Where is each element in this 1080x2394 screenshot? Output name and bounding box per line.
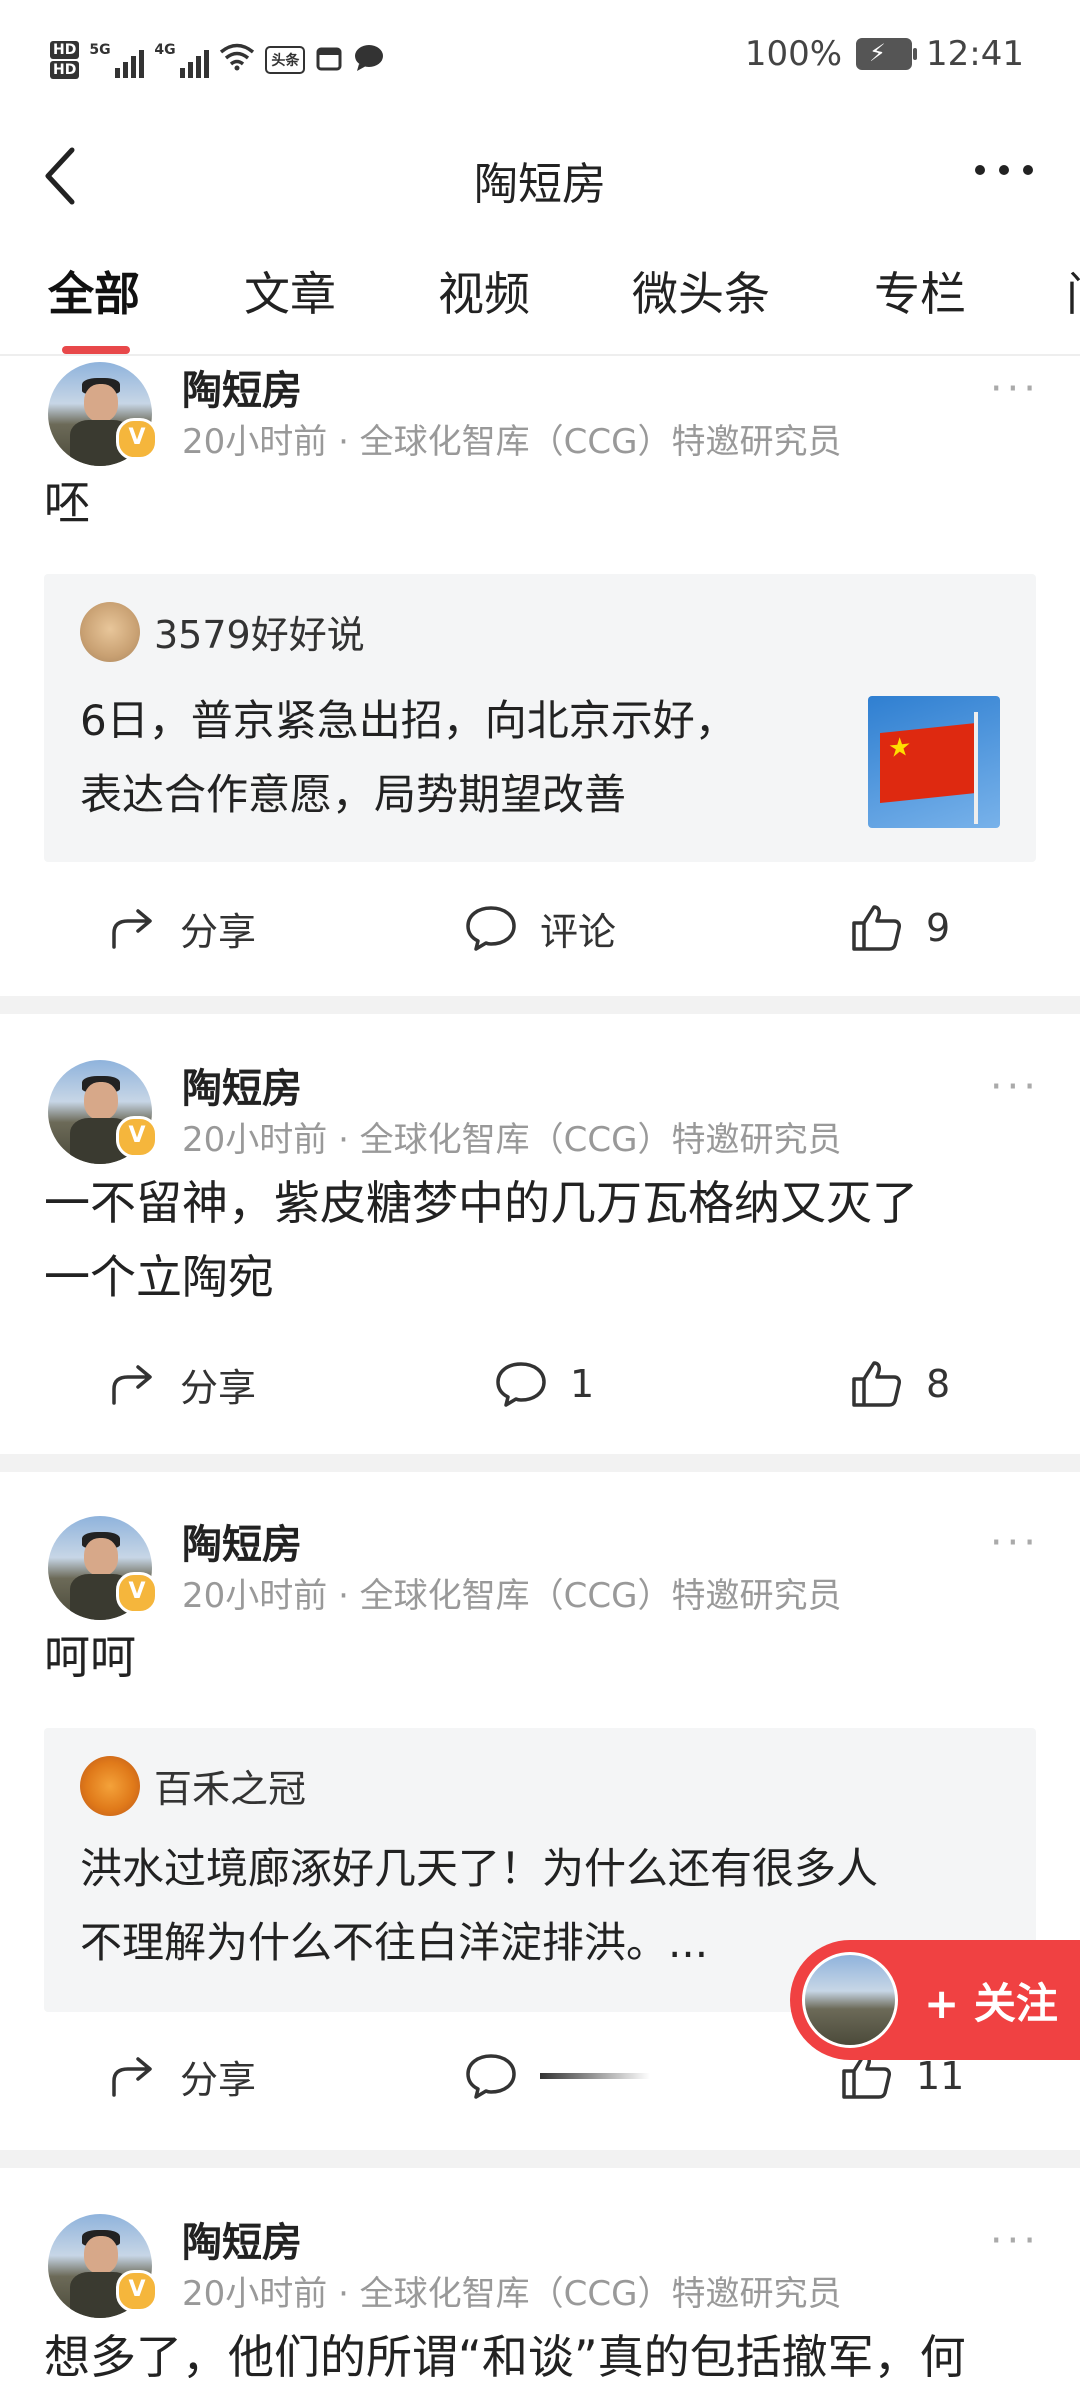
post-meta: 20小时前 · 全球化智库（CCG）特邀研究员 [182,1120,842,1160]
tab-all[interactable]: 全部 [48,254,140,334]
title-bar: 陶短房 [0,118,1080,238]
share-button[interactable]: 分享 [108,2036,256,2116]
author-name[interactable]: 陶短房 [182,1056,302,1114]
avatar [802,1952,898,2048]
signal-icon: 5G [89,42,145,78]
action-bar: 分享 评论 9 [0,888,1080,968]
comment-button[interactable]: 评论 [464,888,616,968]
tab-bar: 全部 文章 视频 微头条 专栏 问 [0,240,1080,356]
more-options-icon[interactable]: ··· [990,1520,1040,1566]
post-meta: 20小时前 · 全球化智库（CCG）特邀研究员 [182,2274,842,2314]
battery-icon: ⚡ [856,38,918,70]
tab-qa[interactable]: 问 [1066,254,1080,334]
post-card[interactable]: V 陶短房 20小时前 · 全球化智库（CCG）特邀研究员 ··· 呸 3579… [0,356,1080,996]
share-label: 分享 [180,1365,257,1410]
share-button[interactable]: 分享 [108,888,256,968]
like-count: 11 [916,2054,965,2098]
follow-button[interactable]: + 关注 [790,1940,1080,2060]
loading-streak [540,2073,650,2079]
post-card[interactable]: V 陶短房 20小时前 · 全球化智库（CCG）特邀研究员 ··· 想多了，他们… [0,2208,1080,2388]
share-label: 分享 [180,2057,257,2102]
divider [0,996,1080,1014]
thumbs-up-icon [852,905,901,951]
verified-badge-icon: V [116,1116,158,1158]
page-title: 陶短房 [474,159,606,210]
post-text: 呵呵 [44,1630,136,1684]
comment-label: 评论 [540,909,617,954]
author-name[interactable]: 陶短房 [182,2210,302,2268]
share-button[interactable]: 分享 [108,1344,256,1424]
verified-badge-icon: V [116,2270,158,2312]
post-meta: 20小时前 · 全球化智库（CCG）特邀研究员 [182,422,842,462]
more-options-icon[interactable]: ··· [990,2218,1040,2264]
like-button[interactable]: 9 [850,888,950,968]
share-icon [112,2057,152,2097]
comment-icon [466,906,516,951]
like-button[interactable]: 8 [850,1344,950,1424]
battery-percent: 100% [744,34,843,74]
verified-badge-icon: V [116,1572,158,1614]
post-card[interactable]: V 陶短房 20小时前 · 全球化智库（CCG）特邀研究员 ··· 一不留神，紫… [0,1054,1080,1474]
toutiao-icon: 头条 [265,46,306,74]
quote-author-name: 百禾之冠 [154,1767,307,1811]
active-tab-indicator [62,346,130,354]
share-label: 分享 [180,909,257,954]
thumbs-up-icon [852,1361,901,1407]
quote-author-avatar [80,1756,140,1816]
signal-icon-2: 4G [154,42,210,78]
china-flag-image: ★ [868,696,1000,828]
quote-text-line: 6日，普京紧急出招，向北京示好， [80,696,737,745]
comment-button[interactable] [464,2036,650,2116]
tab-videos[interactable]: 视频 [438,254,530,334]
quoted-post[interactable]: 3579好好说 6日，普京紧急出招，向北京示好， 表达合作意愿，局势期望改善 ★ [44,574,1036,862]
quote-text-line: 洪水过境廊涿好几天了！为什么还有很多人 [80,1844,879,1893]
quote-author-avatar [80,602,140,662]
status-right: 100% ⚡ 12:41 [745,34,1024,74]
share-icon [112,909,152,949]
like-count: 9 [926,906,951,950]
tab-columns[interactable]: 专栏 [874,254,966,334]
comment-count: 1 [570,1362,595,1406]
tab-micro-headlines[interactable]: 微头条 [632,254,770,334]
divider [0,1454,1080,1472]
verified-badge-icon: V [116,418,158,460]
status-left: HD HD 5G 4G 头条 [50,36,385,84]
divider [0,2150,1080,2168]
action-bar: 分享 1 8 [0,1344,1080,1424]
follow-label: + 关注 [924,1979,1058,2028]
quote-text-line: 不理解为什么不往白洋淀排洪。... [80,1918,709,1967]
like-count: 8 [926,1362,951,1406]
more-options-icon[interactable]: ··· [990,366,1040,412]
more-horizontal-icon[interactable] [972,138,1036,215]
quote-author-name: 3579好好说 [154,613,365,657]
post-meta: 20小时前 · 全球化智库（CCG）特邀研究员 [182,1576,842,1616]
post-text-line: 一个立陶宛 [44,1250,274,1304]
wifi-icon [219,43,255,78]
status-bar: HD HD 5G 4G 头条 100% ⚡ 12:41 [0,0,1080,118]
comment-icon [496,1362,546,1407]
chat-bubble-icon [353,44,385,76]
post-text: 想多了，他们的所谓“和谈”真的包括撤军，何 [44,2330,966,2384]
share-icon [112,1365,152,1405]
comment-icon [466,2054,516,2099]
quote-text-line: 表达合作意愿，局势期望改善 [80,770,627,819]
post-text-line: 一不留神，紫皮糖梦中的几万瓦格纳又灭了 [44,1176,918,1230]
comment-button[interactable]: 1 [494,1344,594,1424]
more-options-icon[interactable]: ··· [990,1064,1040,1110]
author-name[interactable]: 陶短房 [182,1512,302,1570]
calendar-icon [315,44,343,76]
tab-articles[interactable]: 文章 [244,254,336,334]
hd-indicator: HD HD [50,40,80,80]
clock: 12:41 [926,34,1024,74]
author-name[interactable]: 陶短房 [182,358,302,416]
post-text: 呸 [44,476,90,530]
